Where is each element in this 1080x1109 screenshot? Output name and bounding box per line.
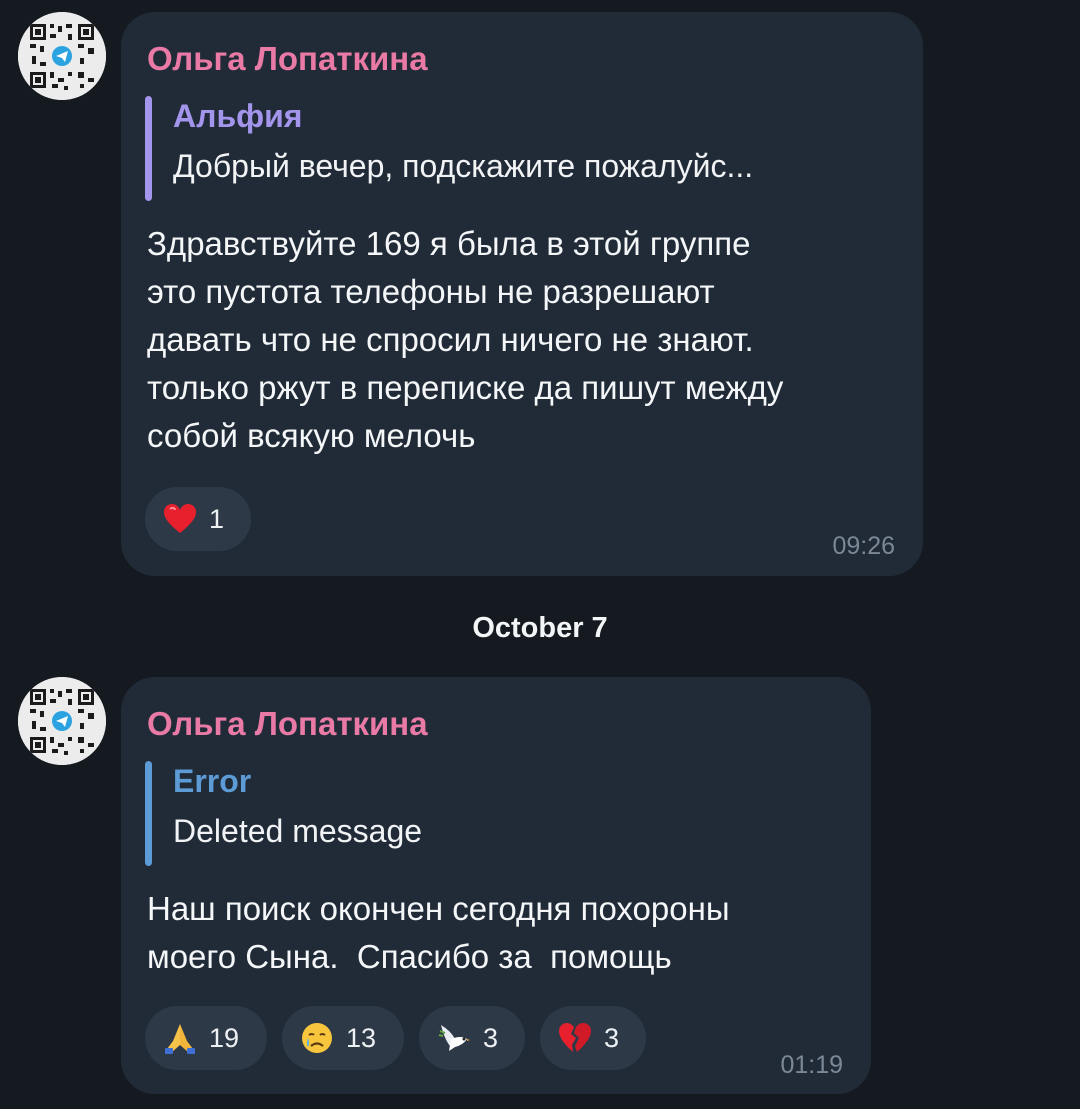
reaction-count: 1 bbox=[209, 503, 225, 534]
reaction-count: 3 bbox=[483, 1022, 499, 1053]
sender-avatar[interactable] bbox=[18, 12, 106, 100]
date-separator: October 7 bbox=[472, 612, 608, 644]
message-text: Наш поиск окончен сегодня похороны моего… bbox=[147, 885, 730, 981]
dove-icon bbox=[437, 1021, 471, 1055]
reaction-cry[interactable]: 13 bbox=[282, 1006, 404, 1070]
folded-hands-icon bbox=[163, 1021, 197, 1055]
message-bubble[interactable]: Ольга Лопаткина Альфия Добрый вечер, под… bbox=[121, 12, 923, 576]
reply-bar bbox=[145, 96, 152, 201]
chat-view: Ольга Лопаткина Альфия Добрый вечер, под… bbox=[0, 0, 1080, 1109]
reaction-pray[interactable]: 19 bbox=[145, 1006, 267, 1070]
reply-author: Error bbox=[173, 763, 252, 799]
sender-name[interactable]: Ольга Лопаткина bbox=[147, 40, 428, 78]
sender-avatar[interactable] bbox=[18, 677, 106, 765]
reaction-count: 3 bbox=[604, 1022, 620, 1053]
message-time: 01:19 bbox=[780, 1051, 843, 1079]
message-line: давать что не спросил ничего не знают. bbox=[147, 321, 754, 358]
reply-author: Альфия bbox=[173, 98, 303, 134]
message-line: моего Сына. Спасибо за помощь bbox=[147, 938, 672, 975]
reaction-dove[interactable]: 3 bbox=[419, 1006, 525, 1070]
reply-quote[interactable]: Альфия Добрый вечер, подскажите пожалуйс… bbox=[145, 96, 893, 201]
reaction-heart[interactable]: 1 bbox=[145, 487, 251, 551]
message-line: только ржут в переписке да пишут между bbox=[147, 369, 784, 406]
message-line: собой всякую мелочь bbox=[147, 417, 476, 454]
crying-face-icon bbox=[300, 1021, 334, 1055]
qr-code-avatar-icon bbox=[18, 677, 106, 765]
reply-text: Deleted message bbox=[173, 813, 423, 849]
reply-text: Добрый вечер, подскажите пожалуйс... bbox=[173, 148, 754, 184]
qr-code-avatar-icon bbox=[18, 12, 106, 100]
message-line: Наш поиск окончен сегодня похороны bbox=[147, 890, 730, 927]
broken-heart-icon bbox=[558, 1021, 592, 1055]
reply-quote[interactable]: Error Deleted message bbox=[145, 761, 841, 866]
reaction-count: 13 bbox=[346, 1022, 377, 1053]
reply-bar bbox=[145, 761, 152, 866]
message-line: Здравствуйте 169 я была в этой группе bbox=[147, 225, 751, 262]
reaction-broken-heart[interactable]: 3 bbox=[540, 1006, 646, 1070]
red-heart-icon bbox=[163, 502, 197, 536]
sender-name[interactable]: Ольга Лопаткина bbox=[147, 705, 428, 743]
message-line: это пустота телефоны не разрешают bbox=[147, 273, 715, 310]
reaction-count: 19 bbox=[209, 1022, 240, 1053]
message-text: Здравствуйте 169 я была в этой группе эт… bbox=[147, 220, 783, 460]
message-bubble[interactable]: Ольга Лопаткина Error Deleted message На… bbox=[121, 677, 871, 1094]
message-time: 09:26 bbox=[832, 532, 895, 560]
